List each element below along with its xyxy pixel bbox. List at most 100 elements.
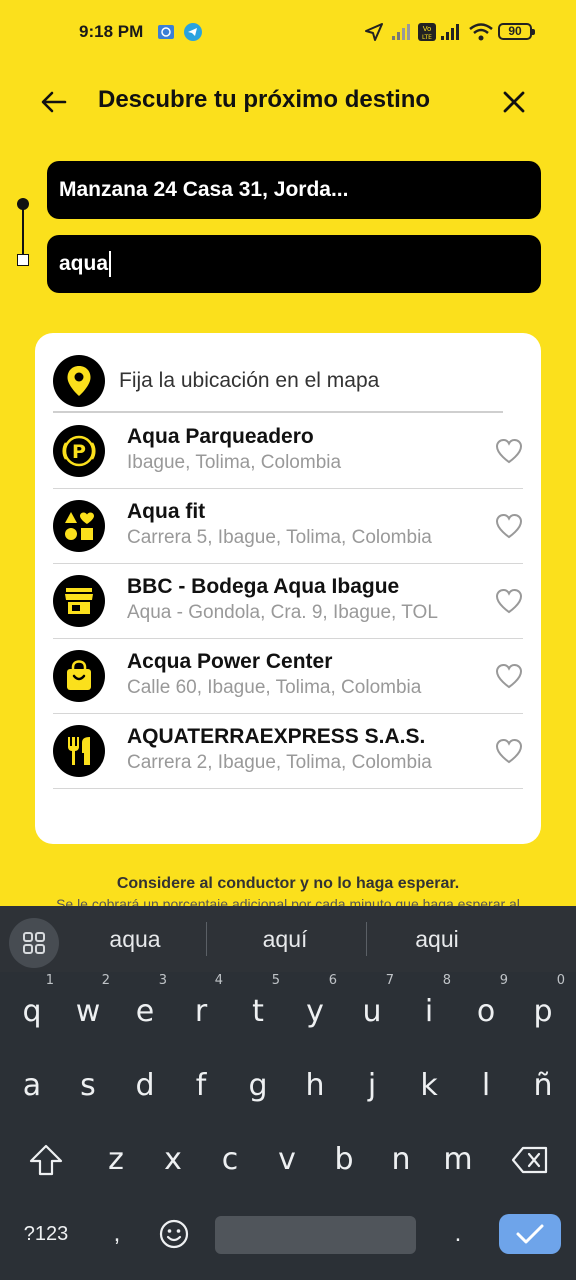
key-k[interactable]: k [405,1058,453,1114]
destination-marker [17,254,29,266]
heart-icon[interactable] [495,663,523,689]
destination-input[interactable]: aqua [47,235,541,293]
checkmark-icon [516,1224,544,1244]
key-b[interactable]: b [320,1132,368,1188]
grid-icon [23,932,45,954]
key-h[interactable]: h [291,1058,339,1114]
result-address: Carrera 5, Ibague, Tolima, Colombia [127,527,432,548]
origin-field[interactable]: Manzana 24 Casa 31, Jorda... [47,161,541,219]
status-bar: 9:18 PM Vo LTE 90 [0,0,576,64]
result-item[interactable]: BBC - Bodega Aqua Ibague Aqua - Gondola,… [53,564,523,639]
result-address: Carrera 2, Ibague, Tolima, Colombia [127,752,432,773]
result-address: Aqua - Gondola, Cra. 9, Ibague, TOL [127,602,438,623]
comma-key[interactable]: , [100,1212,134,1256]
map-option-label: Fija la ubicación en el mapa [119,369,380,392]
result-name: AQUATERRAEXPRESS S.A.S. [127,725,426,748]
back-button[interactable] [36,84,72,120]
heart-icon[interactable] [495,738,523,764]
key-t[interactable]: t5 [234,974,282,1040]
suggestion-bar: aqua aquí aqui [0,906,576,972]
svg-text:P: P [72,441,86,463]
key-n[interactable]: n [377,1132,425,1188]
results-card: Fija la ubicación en el mapa P Aqua Parq… [35,333,541,844]
driver-notice-title: Considere al conductor y no lo haga espe… [116,875,460,892]
key-d[interactable]: d [121,1058,169,1114]
heart-icon[interactable] [495,513,523,539]
origin-value: Manzana 24 Casa 31, Jorda... [59,178,349,201]
result-name: BBC - Bodega Aqua Ibague [127,575,400,598]
restaurant-icon [53,725,105,777]
heart-icon[interactable] [495,438,523,464]
signal-icon [392,24,410,40]
page-title: Descubre tu próximo destino [98,86,431,113]
key-o[interactable]: o9 [462,974,510,1040]
shift-key[interactable] [22,1132,70,1188]
volte-icon: VoLTE [418,23,436,41]
key-j[interactable]: j [348,1058,396,1114]
shopping-bag-icon [53,650,105,702]
key-g[interactable]: g [234,1058,282,1114]
key-e[interactable]: e3 [121,974,169,1040]
location-arrow-icon [365,23,383,41]
symbols-key[interactable]: ?123 [14,1212,78,1256]
suggestion-1[interactable]: aqua [75,926,195,953]
result-item[interactable]: Acqua Power Center Calle 60, Ibague, Tol… [53,639,523,714]
key-f[interactable]: f [177,1058,225,1114]
suggestion-3[interactable]: aqui [377,926,497,953]
key-a[interactable]: a [8,1058,56,1114]
svg-text:LTE: LTE [422,34,432,41]
signal-strength-icon [441,24,459,40]
result-name: Aqua fit [127,500,206,523]
shapes-icon [53,500,105,552]
heart-icon[interactable] [495,588,523,614]
result-item[interactable]: Aqua fit Carrera 5, Ibague, Tolima, Colo… [53,489,523,564]
result-item[interactable]: AQUATERRAEXPRESS S.A.S. Carrera 2, Ibagu… [53,714,523,789]
route-line [22,205,24,257]
key-z[interactable]: z [92,1132,140,1188]
map-pin-icon [53,355,105,407]
key-i[interactable]: i8 [405,974,453,1040]
destination-value: aqua [59,252,109,275]
key-c[interactable]: c [206,1132,254,1188]
suggestion-divider [206,922,207,956]
battery-icon: 90 [498,23,535,40]
set-location-on-map-option[interactable]: Fija la ubicación en el mapa [53,351,503,413]
backspace-key[interactable] [504,1132,556,1188]
suggestion-2[interactable]: aquí [225,926,345,953]
keyboard-apps-button[interactable] [9,918,59,968]
key-u[interactable]: u7 [348,974,396,1040]
key-y[interactable]: y6 [291,974,339,1040]
result-name: Acqua Power Center [127,650,333,673]
shift-icon [29,1144,63,1176]
emoji-key[interactable] [152,1212,196,1256]
result-address: Ibague, Tolima, Colombia [127,452,342,473]
text-cursor [109,251,112,277]
backspace-icon [511,1146,548,1174]
telegram-icon [184,23,202,41]
result-address: Calle 60, Ibague, Tolima, Colombia [127,677,422,698]
enter-key[interactable] [499,1214,561,1254]
key-n-tilde[interactable]: ñ [519,1058,567,1114]
key-q[interactable]: q1 [8,974,56,1040]
result-item[interactable]: P Aqua Parqueadero Ibague, Tolima, Colom… [53,414,523,489]
key-v[interactable]: v [263,1132,311,1188]
arrow-left-icon [41,91,67,113]
result-name: Aqua Parqueadero [127,425,314,448]
key-s[interactable]: s [64,1058,112,1114]
key-l[interactable]: l [462,1058,510,1114]
key-m[interactable]: m [434,1132,482,1188]
period-key[interactable]: . [440,1212,476,1256]
store-icon [53,575,105,627]
close-icon [503,91,525,113]
key-w[interactable]: w2 [64,974,112,1040]
key-p[interactable]: p0 [519,974,567,1040]
space-key[interactable] [215,1216,416,1254]
key-r[interactable]: r4 [177,974,225,1040]
soft-keyboard: aqua aquí aqui q1 w2 e3 r4 t5 y6 u7 i8 o… [0,906,576,1280]
parking-icon: P [53,425,105,477]
status-time: 9:18 PM [79,22,144,41]
key-x[interactable]: x [149,1132,197,1188]
close-button[interactable] [496,84,532,120]
wifi-icon [469,23,493,41]
alarm-icon [158,25,174,39]
